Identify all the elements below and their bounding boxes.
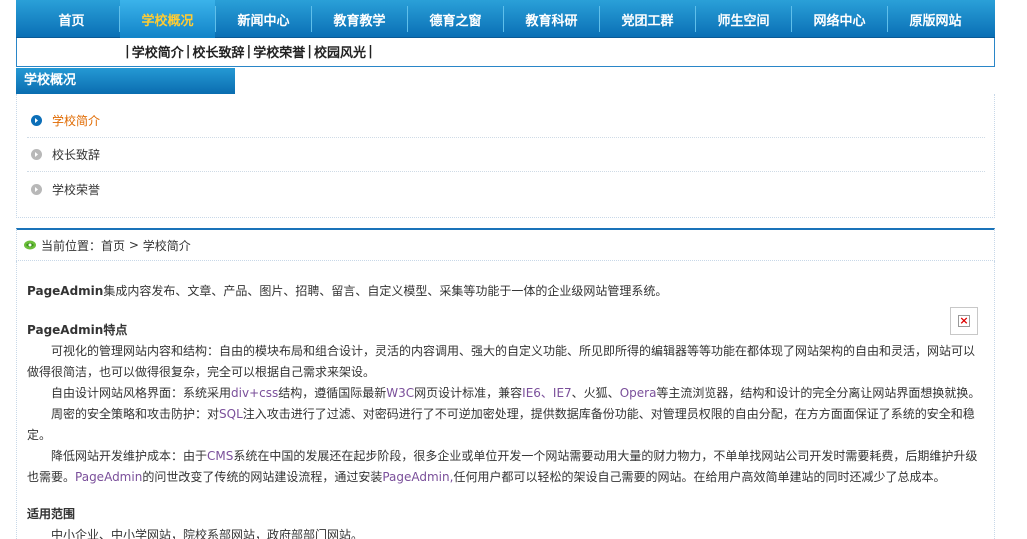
- subnav-link-honors[interactable]: 学校荣誉: [253, 42, 305, 61]
- sidebar-item-intro[interactable]: 学校简介: [27, 104, 985, 138]
- breadcrumb-prefix: 当前位置：: [41, 238, 102, 253]
- text-segment: W3C: [386, 386, 415, 400]
- sidebar-title: 学校概况: [16, 68, 235, 94]
- text-segment: 、火狐、: [571, 386, 620, 400]
- sidebar-item-label: 学校简介: [52, 114, 101, 128]
- subnav-separator: |: [307, 44, 313, 59]
- text-segment: 等主流浏览器，结构和设计的完全分离让网站界面想换就换。: [656, 386, 981, 400]
- text-segment: 自由设计网站风格界面：系统采用: [51, 386, 232, 400]
- broken-image-icon: ×: [950, 307, 978, 335]
- subnav-separator: |: [125, 44, 130, 59]
- text-segment: SQL: [219, 407, 243, 421]
- intro-text: 集成内容发布、文章、产品、图片、招聘、留言、自定义模型、采集等功能于一体的企业级…: [103, 284, 668, 298]
- feature-paragraph: 自由设计网站风格界面：系统采用div+css结构，遵循国际最新W3C网页设计标准…: [27, 383, 984, 404]
- feature-paragraph: 可视化的管理网站内容和结构：自由的模块布局和组合设计，灵活的内容调用、强大的自定…: [27, 344, 976, 379]
- nav-item-research[interactable]: 教育科研: [504, 0, 599, 38]
- sidebar-item-honors[interactable]: 学校荣誉: [27, 172, 985, 206]
- arrow-bullet-icon: [31, 115, 42, 126]
- feature-paragraph: 周密的安全策略和攻击防护：对SQL注入攻击进行了过滤、对密码进行了不可逆加密处理…: [27, 404, 984, 446]
- subnav-separator: |: [185, 44, 191, 59]
- arrow-bullet-icon: [31, 149, 42, 160]
- scope-heading: 适用范围: [27, 507, 76, 521]
- nav-item-school-overview[interactable]: 学校概况: [120, 0, 215, 38]
- scope-paragraph: 中小企业、中小学网站，院校系部网站，政府部部门网站。: [51, 528, 364, 539]
- breadcrumb: 当前位置： 首页 > 学校简介: [16, 228, 995, 261]
- text-segment: div+css: [231, 386, 279, 400]
- text-segment: 结构，遵循国际最新: [278, 386, 387, 400]
- article-content: PageAdmin集成内容发布、文章、产品、图片、招聘、留言、自定义模型、采集等…: [16, 261, 995, 539]
- subnav-link-intro[interactable]: 学校简介: [132, 42, 184, 61]
- nav-item-original-site[interactable]: 原版网站: [888, 0, 983, 38]
- sub-navigation: | 学校简介 | 校长致辞 | 学校荣誉 | 校园风光 |: [16, 38, 995, 67]
- text-segment: CMS: [207, 449, 234, 463]
- brand-name: PageAdmin: [27, 284, 104, 298]
- sub-navigation-links: | 学校简介 | 校长致辞 | 学校荣誉 | 校园风光 |: [123, 42, 375, 61]
- nav-item-network-center[interactable]: 网络中心: [792, 0, 887, 38]
- subnav-link-campus-scenery[interactable]: 校园风光: [314, 42, 366, 61]
- nav-item-moral-education[interactable]: 德育之窗: [408, 0, 503, 38]
- sidebar-item-label: 校长致辞: [52, 148, 101, 162]
- nav-item-news[interactable]: 新闻中心: [216, 0, 311, 38]
- close-icon: ×: [958, 314, 970, 327]
- text-segment: IE6、IE7: [522, 386, 572, 400]
- sidebar-menu: 学校简介 校长致辞 学校荣誉: [16, 94, 995, 218]
- text-segment: 降低网站开发维护成本：由于: [51, 449, 208, 463]
- subnav-separator: |: [368, 44, 373, 59]
- subnav-separator: |: [246, 44, 252, 59]
- feature-paragraph: 降低网站开发维护成本：由于CMS系统在中国的发展还在起步阶段，很多企业或单位开发…: [27, 446, 984, 488]
- nav-item-home[interactable]: 首页: [24, 0, 119, 38]
- location-icon: [24, 240, 36, 250]
- arrow-bullet-icon: [31, 183, 42, 195]
- text-segment: 任何用户都可以轻松的架设自己需要的网站。在给用户高效简单建站的同时还减少了总成本…: [453, 470, 946, 484]
- text-segment: Opera: [619, 386, 657, 400]
- sidebar-item-principal-speech[interactable]: 校长致辞: [27, 138, 985, 172]
- features-heading: PageAdmin特点: [27, 323, 128, 337]
- breadcrumb-home-link[interactable]: 首页: [101, 237, 125, 254]
- text-segment: PageAdmin,: [382, 470, 454, 484]
- intro-paragraph: PageAdmin集成内容发布、文章、产品、图片、招聘、留言、自定义模型、采集等…: [27, 281, 984, 302]
- nav-item-teacher-student[interactable]: 师生空间: [696, 0, 791, 38]
- top-navigation: 首页 学校概况 新闻中心 教育教学 德育之窗 教育科研 党团工群 师生空间 网络…: [16, 0, 995, 38]
- breadcrumb-current: 学校简介: [142, 238, 191, 253]
- nav-item-teaching[interactable]: 教育教学: [312, 0, 407, 38]
- text-segment: 的问世改变了传统的网站建设流程，通过安装: [142, 470, 383, 484]
- text-segment: 周密的安全策略和攻击防护：对: [51, 407, 220, 421]
- sidebar-item-label: 学校荣誉: [52, 182, 101, 197]
- subnav-link-principal-speech[interactable]: 校长致辞: [193, 42, 245, 61]
- breadcrumb-arrow: >: [125, 238, 143, 252]
- text-segment: 网页设计标准，兼容: [414, 386, 523, 400]
- text-segment: PageAdmin: [75, 470, 143, 484]
- nav-item-party[interactable]: 党团工群: [600, 0, 695, 38]
